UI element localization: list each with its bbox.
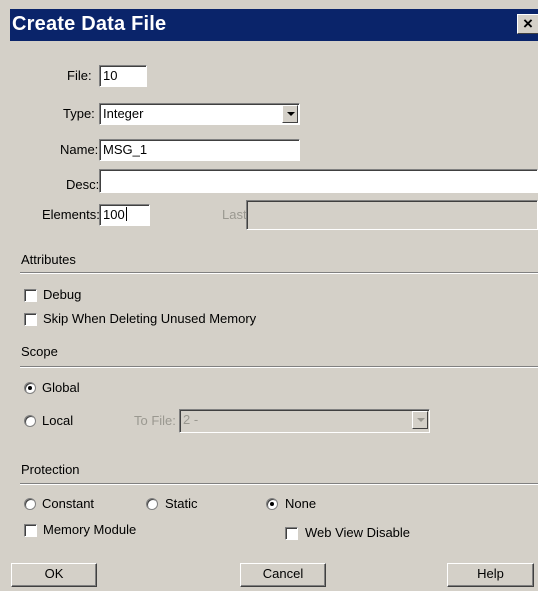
web-view-disable-checkbox[interactable] — [285, 527, 298, 540]
global-label: Global — [42, 380, 80, 395]
memory-module-label: Memory Module — [43, 522, 137, 537]
dialog-body: File: 10 Type: Integer Name: MSG_1 Desc:… — [10, 41, 538, 591]
cancel-button[interactable]: Cancel — [240, 563, 326, 587]
name-label: Name: — [60, 142, 99, 157]
chevron-down-icon[interactable] — [282, 105, 298, 123]
elements-input[interactable]: 100 — [99, 204, 150, 226]
scope-divider — [20, 366, 538, 368]
none-label: None — [285, 496, 317, 511]
file-number-input[interactable]: 10 — [99, 65, 147, 87]
attributes-title: Attributes — [21, 252, 76, 267]
create-data-file-dialog: Create Data File × File: 10 Type: Intege… — [0, 0, 538, 591]
radio-selected-dot — [270, 502, 274, 506]
constant-radio[interactable] — [24, 498, 36, 510]
debug-checkbox[interactable] — [24, 289, 37, 302]
protection-divider — [20, 483, 538, 485]
last-input — [246, 200, 538, 230]
static-label: Static — [165, 496, 198, 511]
help-button[interactable]: Help — [447, 563, 534, 587]
type-label: Type: — [63, 106, 95, 121]
local-label: Local — [42, 413, 74, 428]
web-view-disable-label: Web View Disable — [305, 525, 411, 540]
constant-label: Constant — [42, 496, 95, 511]
local-radio[interactable] — [24, 415, 36, 427]
protection-title: Protection — [21, 462, 80, 477]
text-cursor — [125, 207, 127, 221]
dialog-title: Create Data File — [12, 13, 167, 35]
name-input[interactable]: MSG_1 — [99, 139, 300, 161]
type-select[interactable]: Integer — [99, 103, 300, 125]
elements-label: Elements: — [42, 207, 100, 222]
title-bar[interactable]: Create Data File × — [10, 9, 538, 41]
desc-label: Desc: — [66, 177, 100, 192]
skip-unused-memory-label: Skip When Deleting Unused Memory — [43, 311, 257, 326]
skip-unused-memory-checkbox[interactable] — [24, 313, 37, 326]
memory-module-checkbox[interactable] — [24, 524, 37, 537]
radio-selected-dot — [28, 386, 32, 390]
none-radio[interactable] — [266, 498, 278, 510]
elements-value: 100 — [103, 207, 125, 222]
to-file-label: To File: — [134, 413, 176, 428]
ok-button[interactable]: OK — [11, 563, 97, 587]
static-radio[interactable] — [146, 498, 158, 510]
global-radio[interactable] — [24, 382, 36, 394]
attributes-divider — [20, 272, 538, 274]
close-icon[interactable]: × — [517, 14, 538, 34]
type-select-value: Integer — [103, 106, 144, 121]
to-file-value: 2 - — [183, 412, 199, 427]
debug-label: Debug — [43, 287, 82, 302]
file-label: File: — [67, 68, 92, 83]
to-file-select: 2 - — [179, 409, 430, 433]
desc-input[interactable] — [99, 169, 538, 193]
scope-title: Scope — [21, 344, 58, 359]
chevron-down-icon — [412, 411, 428, 429]
